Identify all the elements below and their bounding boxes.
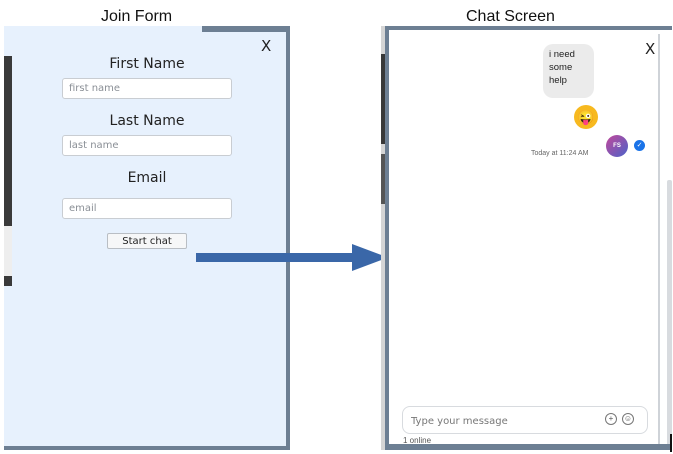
last-name-label: Last Name — [109, 113, 185, 129]
chat-screen-caption: Chat Screen — [466, 8, 555, 25]
email-label: Email — [127, 170, 167, 186]
first-name-field[interactable] — [62, 78, 232, 99]
avatar: FS — [606, 135, 628, 157]
flow-arrow-icon — [196, 244, 388, 271]
join-form-caption: Join Form — [101, 8, 173, 25]
join-form-panel: X First Name Last Name Email Start chat — [4, 26, 290, 450]
chat-body: X i need some help 😜 Today at 11:24 AM F… — [397, 34, 672, 450]
message-line: help — [549, 75, 567, 86]
chat-screen-panel: X i need some help 😜 Today at 11:24 AM F… — [381, 26, 672, 450]
message-line: some — [549, 62, 573, 73]
join-close-button[interactable]: X — [261, 37, 271, 55]
start-chat-button[interactable]: Start chat — [107, 233, 187, 249]
text-cursor — [670, 434, 672, 452]
message-bubble: i need some help — [543, 44, 594, 98]
frame-edge — [202, 26, 290, 32]
message-input[interactable] — [411, 413, 591, 429]
message-composer: + ☺ — [402, 406, 648, 434]
message-line: i need — [549, 49, 575, 60]
chat-window: X i need some help 😜 Today at 11:24 AM F… — [385, 26, 672, 450]
message-timestamp: Today at 11:24 AM — [531, 150, 589, 157]
scrollbar[interactable] — [667, 180, 672, 450]
last-name-field[interactable] — [62, 135, 232, 156]
first-name-label: First Name — [109, 56, 185, 72]
chat-close-button[interactable]: X — [645, 40, 655, 58]
smile-icon[interactable]: ☺ — [622, 413, 634, 425]
winking-emoji-icon: 😜 — [574, 105, 598, 129]
arrow-shaft — [196, 253, 354, 262]
plus-circle-icon[interactable]: + — [605, 413, 617, 425]
join-form: First Name Last Name Email Start chat — [8, 56, 286, 249]
check-icon: ✓ — [634, 140, 645, 151]
frame-edge — [385, 444, 672, 450]
email-field[interactable] — [62, 198, 232, 219]
